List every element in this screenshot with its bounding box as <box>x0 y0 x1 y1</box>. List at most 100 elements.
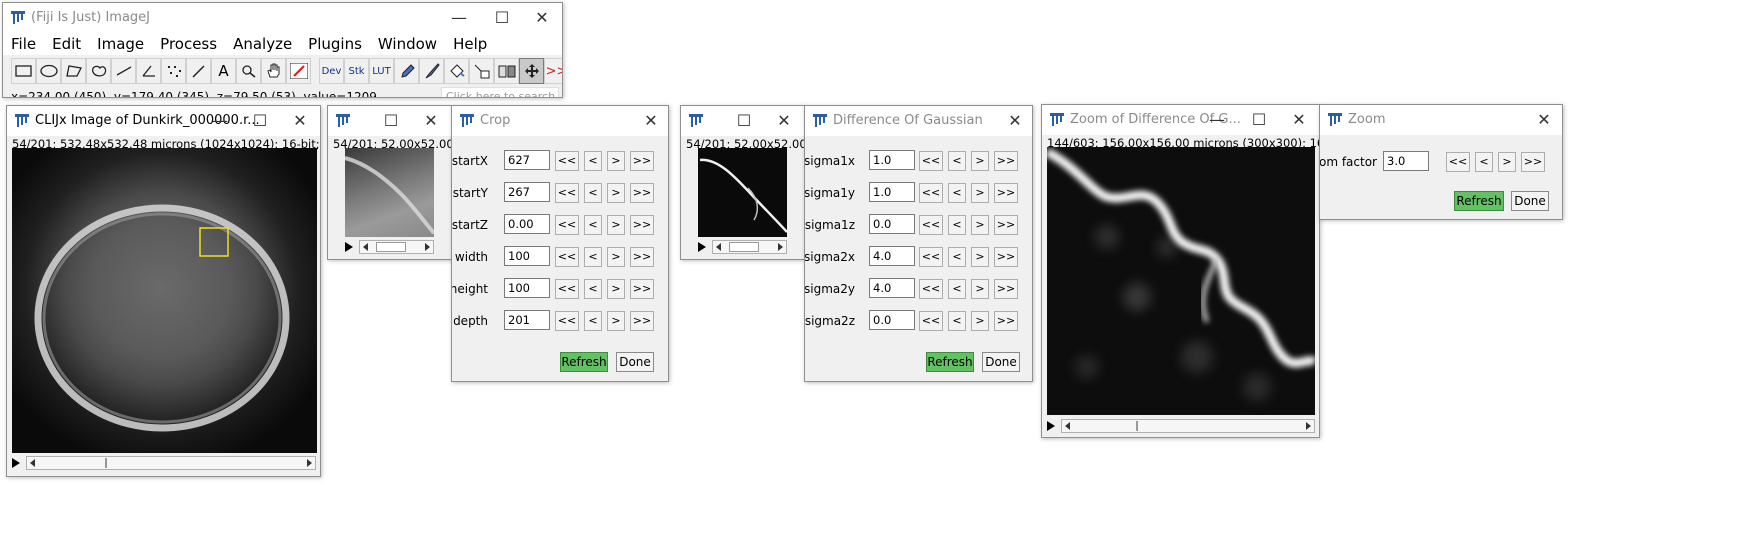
scrollbar[interactable] <box>26 456 316 470</box>
close-button[interactable]: ✕ <box>1526 105 1562 135</box>
title-bar[interactable]: Zoom of Difference Of G... — ☐ ✕ <box>1042 105 1319 135</box>
minimize-button[interactable]: — <box>436 3 482 33</box>
nav-prev-button[interactable]: < <box>584 311 602 331</box>
title-bar[interactable]: Difference Of Gaussian ✕ <box>805 106 1032 136</box>
search-input[interactable]: Click here to search <box>441 87 559 97</box>
nav-next-button[interactable]: > <box>971 183 989 203</box>
scroll-right-icon[interactable] <box>778 243 783 251</box>
nav-next-button[interactable]: > <box>607 247 625 267</box>
dog-value-input[interactable]: 4.0 <box>869 278 915 298</box>
nav-first-button[interactable]: << <box>555 311 579 331</box>
nav-next-button[interactable]: > <box>971 247 989 267</box>
stack-slider[interactable] <box>698 240 787 254</box>
nav-next-button[interactable]: > <box>1498 152 1516 172</box>
point-tool[interactable] <box>161 58 186 84</box>
stack-slider[interactable] <box>345 240 434 254</box>
angle-tool[interactable] <box>136 58 161 84</box>
dog-value-input[interactable]: 4.0 <box>869 246 915 266</box>
layers-tool[interactable] <box>494 58 519 84</box>
nav-first-button[interactable]: << <box>919 247 943 267</box>
nav-first-button[interactable]: << <box>1446 152 1470 172</box>
image-canvas[interactable] <box>12 148 317 453</box>
done-button[interactable]: Done <box>982 352 1020 372</box>
menu-window[interactable]: Window <box>370 33 445 55</box>
refresh-button[interactable]: Refresh <box>926 352 974 372</box>
nav-first-button[interactable]: << <box>919 279 943 299</box>
zoom-factor-input[interactable]: 3.0 <box>1383 151 1429 171</box>
refresh-button[interactable]: Refresh <box>1454 191 1504 211</box>
scroll-right-icon[interactable] <box>307 459 312 467</box>
dog-value-input[interactable]: 0.0 <box>869 214 915 234</box>
nav-prev-button[interactable]: < <box>948 279 966 299</box>
image-canvas[interactable] <box>698 148 787 237</box>
roi-rectangle[interactable] <box>199 227 229 257</box>
title-bar[interactable]: ☐ ✕ <box>328 106 451 136</box>
dog-value-input[interactable]: 1.0 <box>869 150 915 170</box>
nav-last-button[interactable]: >> <box>630 151 654 171</box>
nav-prev-button[interactable]: < <box>584 151 602 171</box>
wand-tool[interactable] <box>186 58 211 84</box>
scroll-thumb[interactable] <box>1136 421 1138 431</box>
nav-last-button[interactable]: >> <box>630 183 654 203</box>
close-button[interactable]: ✕ <box>761 106 804 136</box>
rectangle-tool[interactable] <box>11 58 36 84</box>
text-tool[interactable]: A <box>211 58 236 84</box>
nav-next-button[interactable]: > <box>607 279 625 299</box>
scrollbar[interactable] <box>359 240 434 254</box>
nav-prev-button[interactable]: < <box>948 183 966 203</box>
nav-first-button[interactable]: << <box>919 215 943 235</box>
nav-first-button[interactable]: << <box>555 215 579 235</box>
nav-next-button[interactable]: > <box>607 183 625 203</box>
nav-next-button[interactable]: > <box>607 215 625 235</box>
nav-prev-button[interactable]: < <box>584 279 602 299</box>
image-canvas[interactable] <box>1047 147 1315 415</box>
crop-value-input[interactable]: 0.00 <box>504 214 550 234</box>
close-button[interactable]: ✕ <box>1276 105 1319 135</box>
nav-last-button[interactable]: >> <box>630 311 654 331</box>
title-bar[interactable]: Crop ✕ <box>452 106 668 136</box>
play-icon[interactable] <box>345 242 353 252</box>
menu-plugins[interactable]: Plugins <box>300 33 370 55</box>
scrollbar[interactable] <box>1061 419 1315 433</box>
nav-last-button[interactable]: >> <box>994 215 1018 235</box>
scroll-left-icon[interactable] <box>1065 422 1070 430</box>
crop-value-input[interactable]: 201 <box>504 310 550 330</box>
close-button[interactable]: ✕ <box>632 106 668 136</box>
play-icon[interactable] <box>1047 421 1055 431</box>
nav-next-button[interactable]: > <box>971 311 989 331</box>
scroll-right-icon[interactable] <box>1306 422 1311 430</box>
scroll-left-icon[interactable] <box>716 243 721 251</box>
scroll-thumb[interactable] <box>376 242 406 252</box>
pencil-tool[interactable] <box>394 58 419 84</box>
scroll-right-icon[interactable] <box>425 243 430 251</box>
stack-slider[interactable] <box>12 456 317 470</box>
nav-first-button[interactable]: << <box>919 311 943 331</box>
done-button[interactable]: Done <box>1511 191 1549 211</box>
scroll-thumb[interactable] <box>105 458 107 468</box>
line-tool[interactable] <box>111 58 136 84</box>
close-button[interactable]: ✕ <box>997 106 1032 136</box>
close-button[interactable]: ✕ <box>277 106 320 136</box>
magnifier-tool[interactable] <box>236 58 261 84</box>
scroll-left-icon[interactable] <box>30 459 35 467</box>
refresh-button[interactable]: Refresh <box>560 352 608 372</box>
lut-menu-tool[interactable]: LUT <box>369 58 394 84</box>
nav-first-button[interactable]: << <box>919 183 943 203</box>
image-canvas[interactable] <box>345 148 434 237</box>
menu-edit[interactable]: Edit <box>44 33 89 55</box>
scroll-thumb[interactable] <box>729 242 759 252</box>
scrollbar[interactable] <box>712 240 787 254</box>
nav-prev-button[interactable]: < <box>584 215 602 235</box>
nav-first-button[interactable]: << <box>919 151 943 171</box>
brush-tool[interactable] <box>419 58 444 84</box>
nav-next-button[interactable]: > <box>607 151 625 171</box>
menu-process[interactable]: Process <box>152 33 225 55</box>
nav-prev-button[interactable]: < <box>948 151 966 171</box>
play-icon[interactable] <box>12 458 20 468</box>
nav-last-button[interactable]: >> <box>1521 152 1545 172</box>
nav-last-button[interactable]: >> <box>994 247 1018 267</box>
nav-last-button[interactable]: >> <box>994 279 1018 299</box>
nav-first-button[interactable]: << <box>555 183 579 203</box>
menu-image[interactable]: Image <box>89 33 152 55</box>
nav-prev-button[interactable]: < <box>1475 152 1493 172</box>
